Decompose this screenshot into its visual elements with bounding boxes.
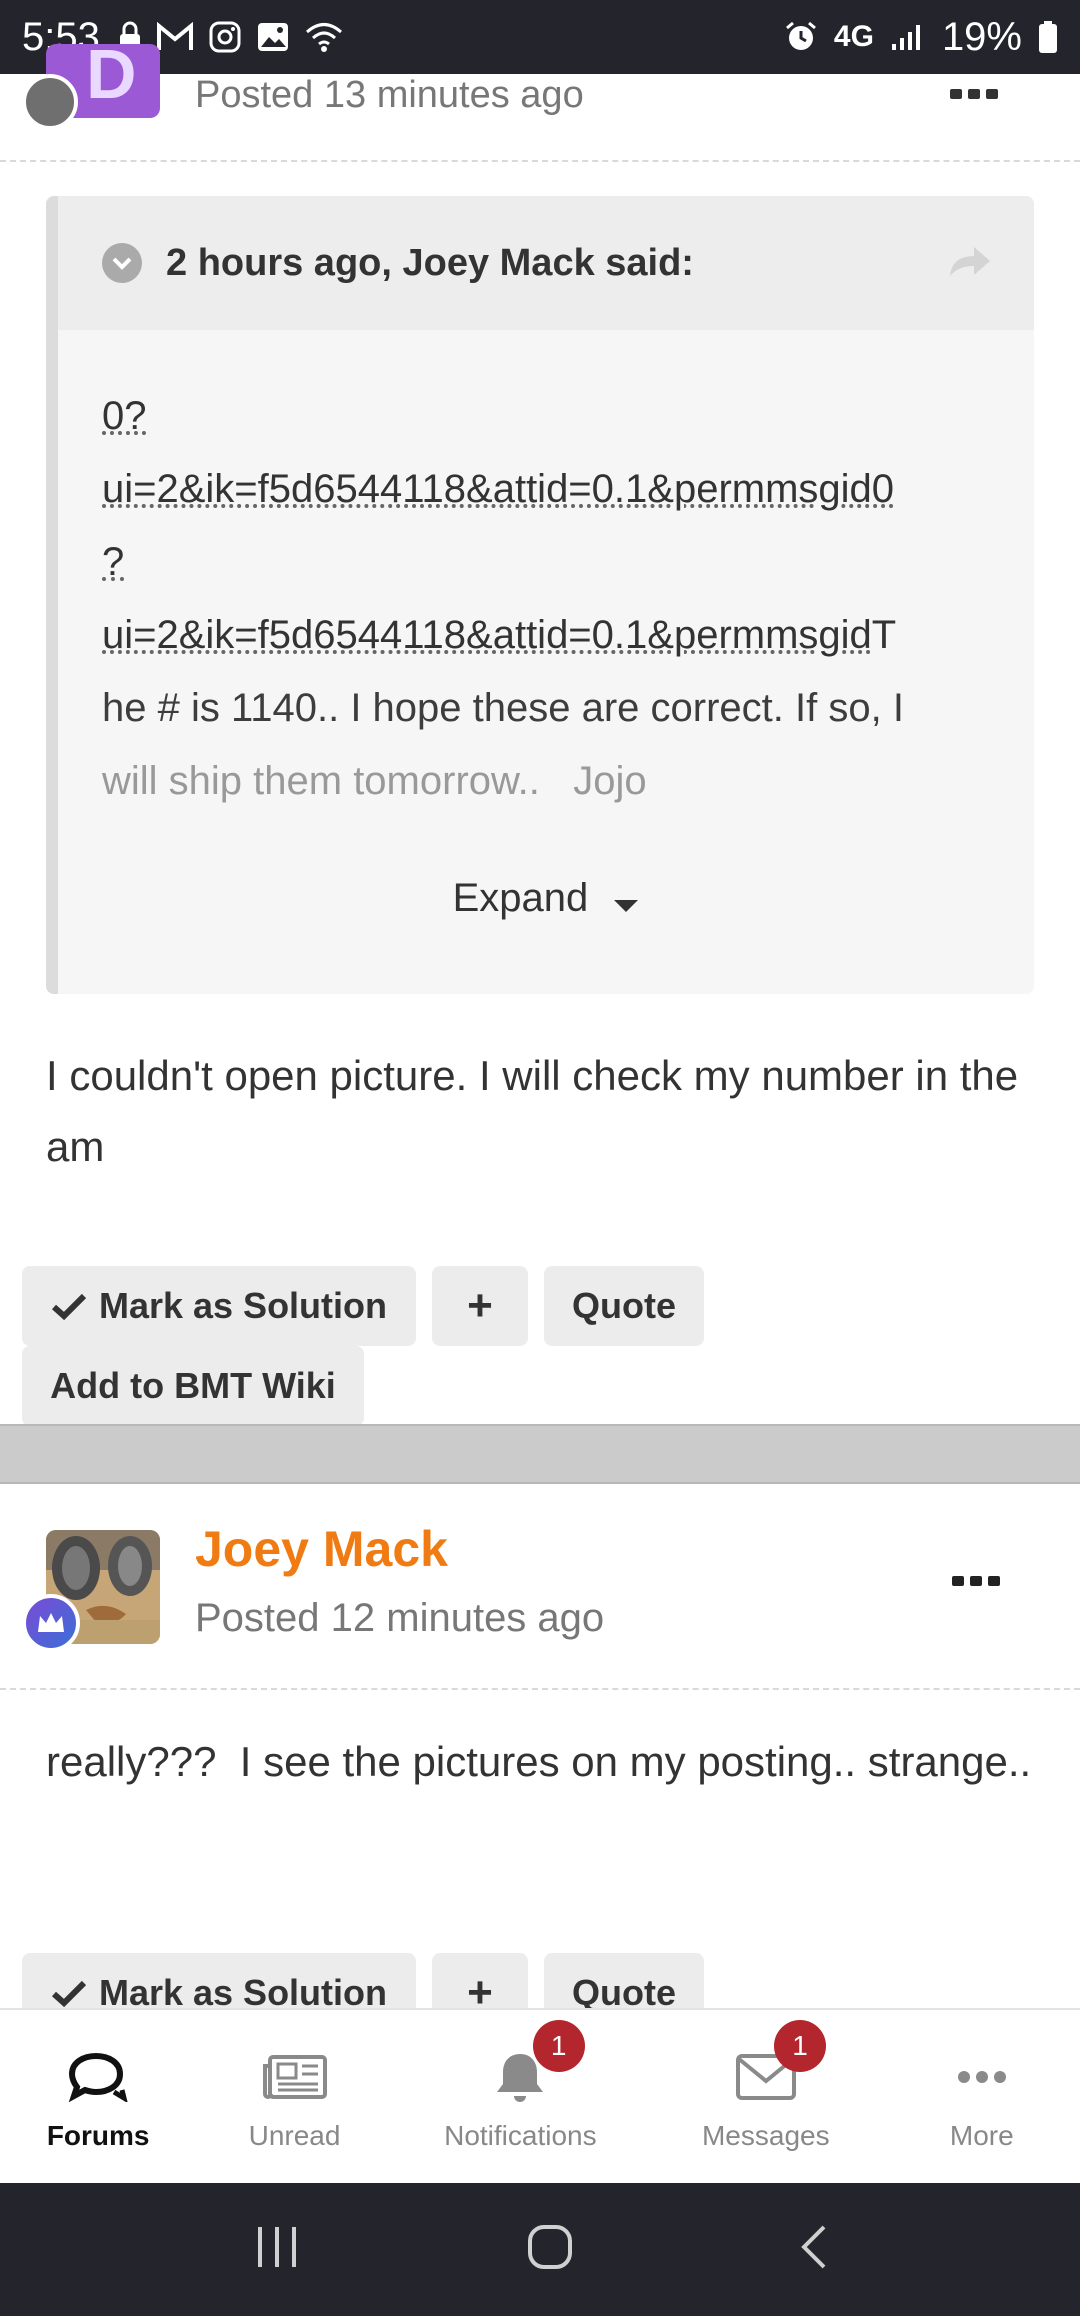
expand-label: Expand: [452, 876, 589, 920]
notifications-count-badge: 1: [532, 2020, 585, 2072]
status-bar: 5:53 4G 19%: [0, 0, 1080, 74]
nav-unread[interactable]: Unread: [196, 2010, 392, 2183]
quote-button[interactable]: Quote: [544, 1266, 704, 1346]
post-header: Joey Mack Posted 12 minutes ago: [0, 1484, 1080, 1690]
quote-label: Quote: [572, 1285, 676, 1326]
more-options-icon[interactable]: [952, 1574, 1000, 1593]
crown-badge-icon: [22, 1594, 80, 1652]
quote-text: he # is 1140.. I hope these are correct.…: [102, 686, 904, 730]
signal-icon: [890, 22, 926, 52]
nav-notifications[interactable]: Notifications 1: [393, 2010, 648, 2183]
expand-button[interactable]: Expand: [58, 876, 1034, 923]
quote-link[interactable]: ui=2&ik=f5d6544118&attid=0.1&permmsgid0: [102, 467, 894, 511]
network-label: 4G: [833, 20, 874, 53]
quote-text: will ship them tomorrow.. Jojo: [102, 759, 647, 803]
quote-text: T: [871, 613, 897, 657]
post-timestamp: Posted 12 minutes ago: [195, 1596, 605, 1640]
chevron-down-icon[interactable]: [102, 243, 142, 283]
quote-citation: 2 hours ago, Joey Mack said:: [166, 241, 694, 284]
chat-bubbles-icon: [68, 2042, 128, 2112]
rank-badge-icon: [22, 74, 78, 130]
mark-as-solution-label: Mark as Solution: [98, 1285, 388, 1326]
quote-header[interactable]: 2 hours ago, Joey Mack said:: [58, 196, 1034, 330]
more-options-icon[interactable]: [950, 68, 1000, 113]
ellipsis-icon: [957, 2042, 1007, 2112]
post-header: D Posted 13 minutes ago: [0, 44, 1080, 162]
nav-more[interactable]: More: [884, 2010, 1080, 2183]
battery-icon: [1038, 20, 1058, 54]
post-timestamp: Posted 13 minutes ago: [195, 74, 584, 116]
nav-notifications-label: Notifications: [444, 2119, 597, 2151]
alarm-icon: [784, 20, 818, 54]
recent-apps-icon[interactable]: [252, 2224, 302, 2275]
bottom-navigation: Forums Unread Notifications 1 Messages 1: [0, 2008, 1080, 2183]
quote-link[interactable]: 0?: [102, 394, 147, 438]
post-body: I couldn't open picture. I will check my…: [46, 1052, 1019, 1170]
quoted-post: 2 hours ago, Joey Mack said: 0? ui=2&ik=…: [46, 196, 1034, 994]
app-screen: 5:53 4G 19% D Posted 13 minutes ago 2 ho…: [0, 0, 1080, 2316]
back-icon[interactable]: [798, 2223, 828, 2276]
quote-link[interactable]: ?: [102, 540, 124, 584]
nav-unread-label: Unread: [248, 2119, 341, 2151]
quote-body: 0? ui=2&ik=f5d6544118&attid=0.1&permmsgi…: [58, 330, 1034, 818]
nav-messages[interactable]: Messages 1: [648, 2010, 884, 2183]
newspaper-icon: [262, 2042, 328, 2112]
check-icon: [51, 1292, 87, 1320]
author-name[interactable]: Joey Mack: [195, 1520, 448, 1578]
home-icon[interactable]: [526, 2223, 574, 2276]
nav-forums[interactable]: Forums: [0, 2010, 196, 2183]
gallery-icon: [256, 21, 290, 53]
add-to-wiki-button[interactable]: Add to BMT Wiki: [22, 1346, 364, 1426]
gmail-icon: [156, 22, 194, 52]
quote-link[interactable]: ui=2&ik=f5d6544118&attid=0.1&permmsgid: [102, 613, 872, 657]
wifi-icon: [304, 21, 344, 53]
add-to-wiki-label: Add to BMT Wiki: [50, 1365, 336, 1406]
messages-count-badge: 1: [773, 2020, 826, 2072]
system-navigation-bar: [0, 2183, 1080, 2316]
post-separator: [0, 1424, 1080, 1484]
caret-down-icon: [613, 878, 639, 923]
reaction-plus-button[interactable]: +: [432, 1266, 528, 1346]
plus-icon: +: [467, 1281, 493, 1330]
nav-more-label: More: [949, 2119, 1014, 2151]
mark-as-solution-button[interactable]: Mark as Solution: [22, 1266, 416, 1346]
nav-messages-label: Messages: [701, 2119, 830, 2151]
check-icon: [51, 1979, 87, 2007]
instagram-icon: [208, 20, 242, 54]
nav-forums-label: Forums: [46, 2119, 150, 2151]
post-body: really??? I see the pictures on my posti…: [46, 1738, 1032, 1785]
share-arrow-icon[interactable]: [948, 244, 992, 283]
battery-level: 19%: [941, 14, 1022, 59]
